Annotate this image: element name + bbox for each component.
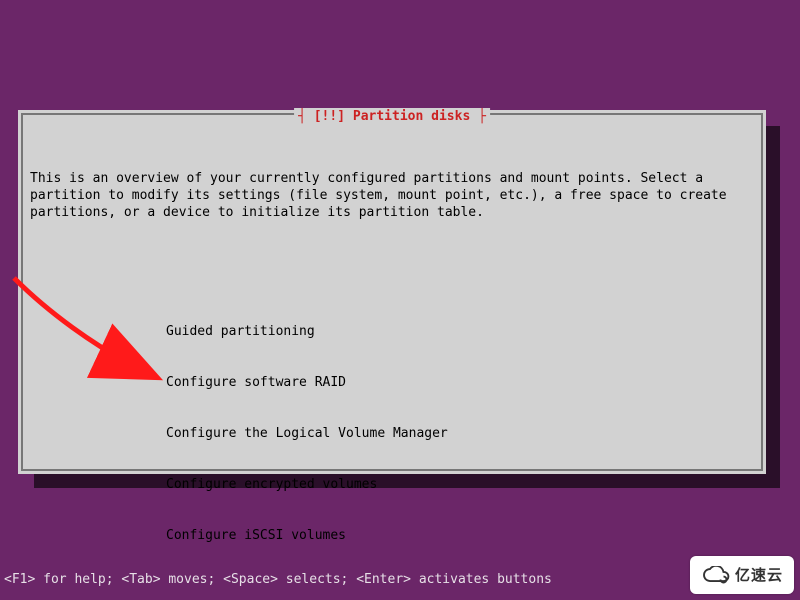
menu-guided[interactable]: Guided partitioning (30, 323, 754, 340)
intro-text: This is an overview of your currently co… (30, 170, 754, 221)
cloud-icon (701, 566, 731, 584)
menu-iscsi[interactable]: Configure iSCSI volumes (30, 527, 754, 544)
dialog-body: This is an overview of your currently co… (30, 136, 754, 462)
title-text: Partition disks (353, 109, 470, 124)
watermark-badge: 亿速云 (690, 556, 794, 594)
installer-screen: ┤ [!!] Partition disks ├ This is an over… (0, 0, 800, 600)
title-decor-left: ┤ (298, 109, 306, 124)
partition-dialog: ┤ [!!] Partition disks ├ This is an over… (18, 110, 766, 474)
help-bar: <F1> for help; <Tab> moves; <Space> sele… (4, 571, 552, 588)
menu-encrypted[interactable]: Configure encrypted volumes (30, 476, 754, 493)
menu-raid[interactable]: Configure software RAID (30, 374, 754, 391)
partition-menu[interactable]: Guided partitioning Configure software R… (30, 289, 754, 600)
title-bang: [!!] (314, 109, 345, 124)
watermark-text: 亿速云 (735, 567, 783, 584)
title-decor-right: ├ (478, 109, 486, 124)
menu-lvm[interactable]: Configure the Logical Volume Manager (30, 425, 754, 442)
dialog-title: ┤ [!!] Partition disks ├ (294, 108, 490, 125)
